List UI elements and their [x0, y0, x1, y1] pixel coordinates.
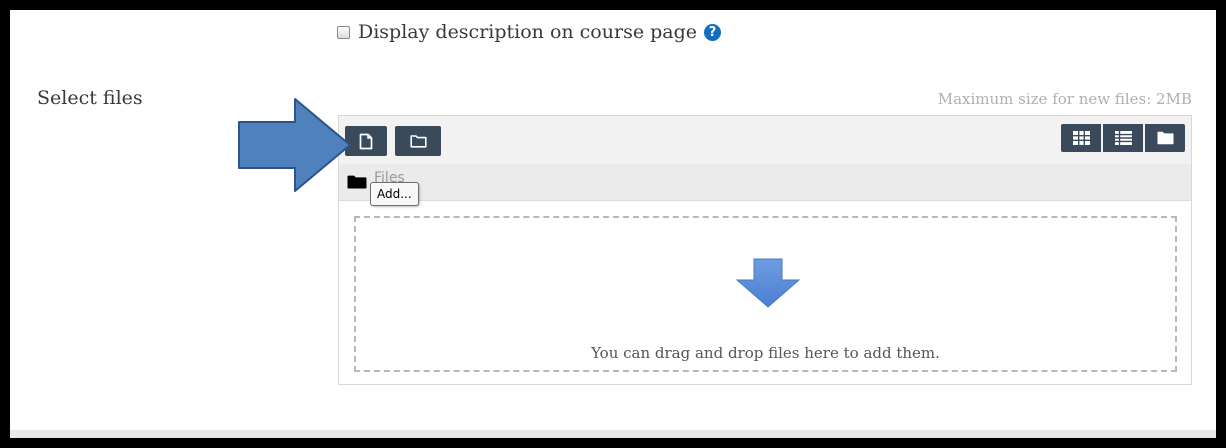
drop-arrow-icon — [736, 258, 800, 308]
view-mode-group — [1061, 124, 1185, 152]
display-description-checkbox[interactable] — [337, 25, 350, 39]
page-frame: Display description on course page ? Sel… — [10, 10, 1216, 438]
file-picker-toolbar — [339, 116, 1191, 165]
add-tooltip: Add... — [370, 182, 419, 206]
list-view-button[interactable] — [1103, 124, 1143, 152]
help-icon[interactable]: ? — [704, 23, 721, 41]
folder-icon — [1157, 131, 1173, 145]
dropzone-text: You can drag and drop files here to add … — [591, 344, 940, 362]
create-folder-button[interactable] — [395, 126, 441, 156]
file-picker: Files Add... You can drag and drop files… — [338, 115, 1192, 385]
bottom-divider — [10, 430, 1216, 438]
path-bar: Files — [339, 164, 1191, 201]
dropzone[interactable]: You can drag and drop files here to add … — [354, 216, 1177, 372]
select-files-label: Select files — [37, 87, 143, 109]
folder-outline-icon — [409, 135, 427, 148]
file-icon — [359, 133, 373, 149]
display-description-label: Display description on course page — [358, 21, 697, 43]
grid-view-button[interactable] — [1061, 124, 1101, 152]
list-icon — [1114, 131, 1132, 145]
callout-arrow-icon — [238, 98, 351, 192]
max-size-text: Maximum size for new files: 2MB — [937, 90, 1192, 108]
grid-icon — [1072, 131, 1090, 145]
display-description-row: Display description on course page ? — [337, 20, 721, 44]
tree-view-button[interactable] — [1145, 124, 1185, 152]
